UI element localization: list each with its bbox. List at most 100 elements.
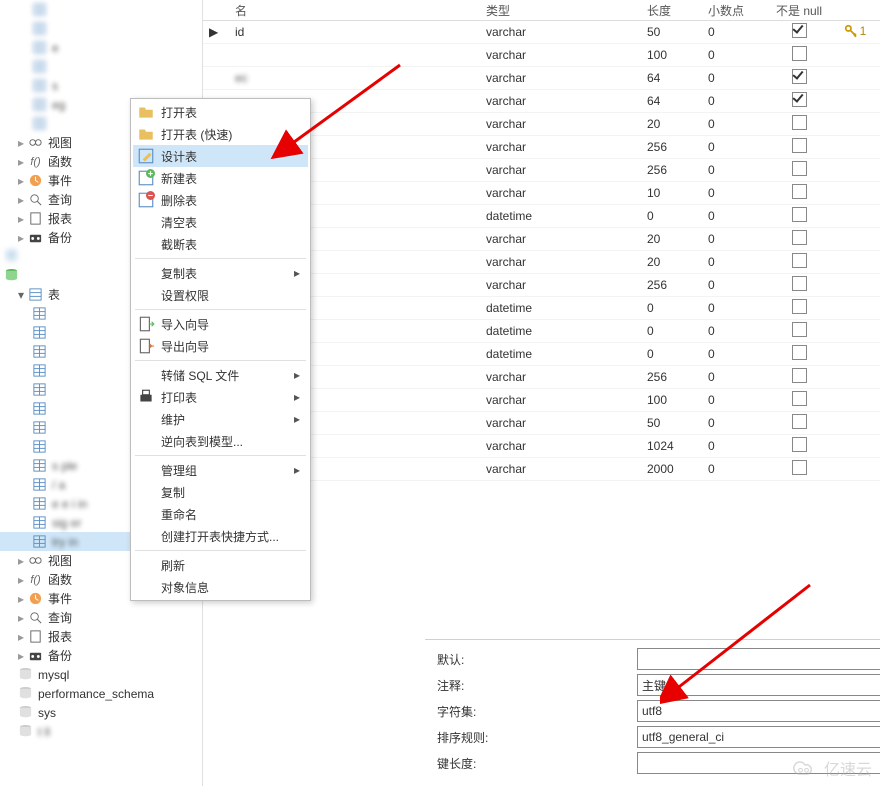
tree-item-blurred[interactable]: e xyxy=(0,38,202,57)
cell-type[interactable]: varchar xyxy=(480,439,641,453)
tree-db-system[interactable]: mysql xyxy=(0,665,202,684)
expand-icon[interactable]: ▸ xyxy=(18,554,24,568)
menu-item[interactable]: 打印表 ▸ xyxy=(133,386,308,408)
tree-db-system[interactable]: performance_schema xyxy=(0,684,202,703)
tree-report[interactable]: ▸报表 xyxy=(0,627,202,646)
cell-decimal[interactable]: 0 xyxy=(702,140,768,154)
menu-item[interactable]: 维护 ▸ xyxy=(133,408,308,430)
cell-length[interactable]: 20 xyxy=(641,117,702,131)
cell-length[interactable]: 64 xyxy=(641,94,702,108)
cell-notnull[interactable] xyxy=(768,161,824,179)
col-header-decimal[interactable]: 小数点 xyxy=(702,2,768,19)
checkbox-icon[interactable] xyxy=(792,115,807,130)
cell-type[interactable]: varchar xyxy=(480,25,641,39)
tree-db-system[interactable]: t ll xyxy=(0,722,202,741)
cell-type[interactable]: varchar xyxy=(480,71,641,85)
menu-item[interactable]: 复制表 ▸ xyxy=(133,262,308,284)
cell-notnull[interactable] xyxy=(768,460,824,478)
expand-icon[interactable]: ▸ xyxy=(18,649,24,663)
cell-notnull[interactable] xyxy=(768,299,824,317)
checkbox-icon[interactable] xyxy=(792,345,807,360)
cell-type[interactable]: datetime xyxy=(480,209,641,223)
cell-decimal[interactable]: 0 xyxy=(702,301,768,315)
cell-length[interactable]: 50 xyxy=(641,25,702,39)
property-input[interactable]: utf8_general_ci▾ xyxy=(637,726,880,748)
menu-item[interactable]: 设置权限 xyxy=(133,284,308,306)
tree-item-blurred[interactable]: s xyxy=(0,76,202,95)
cell-notnull[interactable] xyxy=(768,414,824,432)
collapse-icon[interactable]: ▾ xyxy=(18,288,24,302)
grid-row[interactable]: ▶ id varchar 50 0 1 xyxy=(203,21,880,44)
checkbox-icon[interactable] xyxy=(792,437,807,452)
menu-item[interactable]: 打开表 xyxy=(133,101,308,123)
cell-notnull[interactable] xyxy=(768,92,824,110)
checkbox-icon[interactable] xyxy=(792,138,807,153)
cell-length[interactable]: 50 xyxy=(641,416,702,430)
cell-notnull[interactable] xyxy=(768,253,824,271)
checkbox-icon[interactable] xyxy=(792,368,807,383)
cell-decimal[interactable]: 0 xyxy=(702,324,768,338)
menu-item[interactable]: 导入向导 xyxy=(133,313,308,335)
cell-length[interactable]: 100 xyxy=(641,48,702,62)
property-input[interactable]: 主键 xyxy=(637,674,880,696)
expand-icon[interactable]: ▸ xyxy=(18,573,24,587)
cell-length[interactable]: 0 xyxy=(641,301,702,315)
checkbox-icon[interactable] xyxy=(792,184,807,199)
cell-decimal[interactable]: 0 xyxy=(702,347,768,361)
checkbox-icon[interactable] xyxy=(792,460,807,475)
cell-type[interactable]: varchar xyxy=(480,163,641,177)
cell-type[interactable]: varchar xyxy=(480,255,641,269)
cell-type[interactable]: varchar xyxy=(480,462,641,476)
cell-notnull[interactable] xyxy=(768,115,824,133)
tree-backup[interactable]: ▸备份 xyxy=(0,646,202,665)
tree-query[interactable]: ▸查询 xyxy=(0,608,202,627)
cell-notnull[interactable] xyxy=(768,230,824,248)
cell-type[interactable]: varchar xyxy=(480,370,641,384)
cell-decimal[interactable]: 0 xyxy=(702,48,768,62)
checkbox-icon[interactable] xyxy=(792,414,807,429)
cell-length[interactable]: 2000 xyxy=(641,462,702,476)
cell-notnull[interactable] xyxy=(768,69,824,87)
cell-notnull[interactable] xyxy=(768,368,824,386)
checkbox-icon[interactable] xyxy=(792,299,807,314)
checkbox-icon[interactable] xyxy=(792,92,807,107)
menu-item[interactable]: 重命名 xyxy=(133,503,308,525)
grid-row[interactable]: varchar 100 0 xyxy=(203,44,880,67)
expand-icon[interactable]: ▸ xyxy=(18,136,24,150)
checkbox-icon[interactable] xyxy=(792,391,807,406)
cell-type[interactable]: varchar xyxy=(480,48,641,62)
menu-item[interactable]: 清空表 xyxy=(133,211,308,233)
cell-notnull[interactable] xyxy=(768,322,824,340)
col-header-notnull[interactable]: 不是 null xyxy=(768,2,824,19)
tree-item-blurred[interactable] xyxy=(0,19,202,38)
cell-length[interactable]: 256 xyxy=(641,278,702,292)
tree-item-blurred[interactable] xyxy=(0,57,202,76)
cell-notnull[interactable] xyxy=(768,276,824,294)
menu-item[interactable]: 转储 SQL 文件 ▸ xyxy=(133,364,308,386)
cell-type[interactable]: varchar xyxy=(480,416,641,430)
tree-item-blurred[interactable] xyxy=(0,0,202,19)
cell-decimal[interactable]: 0 xyxy=(702,370,768,384)
cell-notnull[interactable] xyxy=(768,23,824,41)
grid-row[interactable]: ec varchar 64 0 xyxy=(203,67,880,90)
checkbox-icon[interactable] xyxy=(792,207,807,222)
expand-icon[interactable]: ▸ xyxy=(18,611,24,625)
col-header-name[interactable]: 名 xyxy=(229,2,480,19)
cell-type[interactable]: datetime xyxy=(480,347,641,361)
checkbox-icon[interactable] xyxy=(792,23,807,38)
checkbox-icon[interactable] xyxy=(792,69,807,84)
menu-item[interactable]: 管理组 ▸ xyxy=(133,459,308,481)
menu-item[interactable]: 逆向表到模型... xyxy=(133,430,308,452)
cell-notnull[interactable] xyxy=(768,391,824,409)
cell-decimal[interactable]: 0 xyxy=(702,255,768,269)
cell-length[interactable]: 20 xyxy=(641,255,702,269)
cell-decimal[interactable]: 0 xyxy=(702,71,768,85)
expand-icon[interactable]: ▸ xyxy=(18,174,24,188)
menu-item[interactable]: 刷新 xyxy=(133,554,308,576)
cell-type[interactable]: varchar xyxy=(480,140,641,154)
cell-decimal[interactable]: 0 xyxy=(702,117,768,131)
menu-item[interactable]: 删除表 xyxy=(133,189,308,211)
tree-db-system[interactable]: sys xyxy=(0,703,202,722)
cell-length[interactable]: 256 xyxy=(641,370,702,384)
cell-name[interactable]: ec xyxy=(229,71,480,85)
